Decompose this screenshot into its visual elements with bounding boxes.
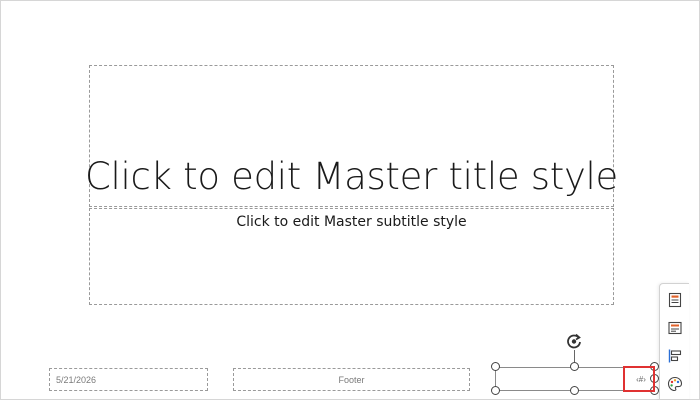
- resize-handle-top-center[interactable]: [570, 362, 579, 371]
- date-placeholder[interactable]: 5/21/2026: [49, 368, 208, 391]
- resize-handle-top-left[interactable]: [491, 362, 500, 371]
- subtitle-placeholder[interactable]: Click to edit Master subtitle style: [89, 208, 614, 305]
- slide-canvas[interactable]: Click to edit Master title style Click t…: [0, 0, 700, 400]
- footer-placeholder[interactable]: Footer: [233, 368, 470, 391]
- layout-format-button[interactable]: [666, 291, 684, 309]
- align-left-button[interactable]: [666, 347, 684, 365]
- align-left-icon: [668, 349, 682, 363]
- resize-handle-bottom-center[interactable]: [570, 386, 579, 395]
- selection-highlight: [623, 366, 655, 392]
- footer-text: Footer: [338, 374, 365, 385]
- title-placeholder-text: Click to edit Master title style: [85, 155, 618, 198]
- subtitle-placeholder-text: Click to edit Master subtitle style: [236, 214, 467, 230]
- side-toolbar: [659, 283, 689, 400]
- layout-format-icon: [668, 292, 682, 308]
- rotate-connector: [574, 350, 575, 362]
- resize-handle-bottom-left[interactable]: [491, 386, 500, 395]
- text-box-button[interactable]: [666, 319, 684, 337]
- palette-icon: [667, 376, 683, 392]
- title-placeholder[interactable]: Click to edit Master title style: [85, 65, 618, 207]
- date-text: 5/21/2026: [56, 374, 97, 385]
- text-box-icon: [668, 321, 682, 335]
- rotate-handle-icon[interactable]: [564, 331, 584, 351]
- palette-button[interactable]: [666, 375, 684, 393]
